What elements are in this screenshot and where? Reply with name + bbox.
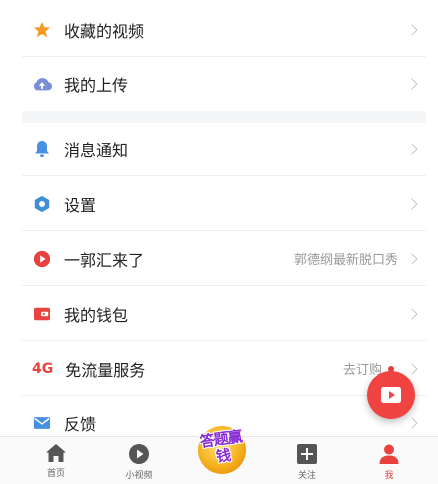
tab-home[interactable]: 首页 xyxy=(26,437,86,484)
home-icon xyxy=(46,444,66,462)
bell-icon xyxy=(32,139,52,159)
menu-label-favorites: 收藏的视频 xyxy=(64,21,145,41)
menu-item-yiguo[interactable]: 一郭汇来了 郭德纲最新脱口秀 xyxy=(22,232,426,286)
star-icon xyxy=(32,20,52,40)
mail-icon xyxy=(32,413,52,433)
menu-item-freedata[interactable]: 4G 免流量服务 去订购 xyxy=(22,342,426,396)
chevron-right-icon xyxy=(406,417,418,429)
menu-label-uploads: 我的上传 xyxy=(64,76,129,95)
plus-square-icon xyxy=(297,444,317,464)
person-icon xyxy=(379,444,399,464)
chevron-right-icon xyxy=(406,142,418,155)
chevron-right-icon xyxy=(406,362,418,375)
menu-label-settings: 设置 xyxy=(64,195,97,215)
video-play-icon xyxy=(381,387,401,403)
menu-label-wallet: 我的钱包 xyxy=(64,305,129,325)
me-page: 收藏的视频 我的上传 消息通知 设置 一郭汇来了 郭德纲最新脱口秀 我的钱包 4… xyxy=(0,0,438,484)
chevron-right-icon xyxy=(406,23,418,36)
tab-follow-label: 关注 xyxy=(297,471,316,481)
play-circle-tab-icon xyxy=(129,444,149,464)
menu-item-settings[interactable]: 设置 xyxy=(22,177,426,231)
tab-shortvideo-label: 小视频 xyxy=(125,471,153,481)
play-circle-icon xyxy=(32,249,52,269)
menu-label-freedata: 免流量服务 xyxy=(65,360,146,380)
menu-item-favorites[interactable]: 收藏的视频 xyxy=(22,3,426,57)
4g-badge: 4G xyxy=(32,360,54,377)
video-fab-button[interactable] xyxy=(367,371,415,419)
chevron-right-icon xyxy=(406,307,418,320)
menu-item-uploads[interactable]: 我的上传 xyxy=(22,57,426,111)
quiz-promo-button[interactable]: 答题赢钱 xyxy=(193,423,251,477)
chevron-right-icon xyxy=(406,252,418,265)
cloud-upload-icon xyxy=(32,74,52,94)
chevron-right-icon xyxy=(406,197,418,210)
menu-label-notifications: 消息通知 xyxy=(64,140,129,160)
tab-me[interactable]: 我 xyxy=(359,437,419,484)
tab-me-label: 我 xyxy=(384,471,394,481)
menu-item-wallet[interactable]: 我的钱包 xyxy=(22,287,426,341)
4g-icon: 4G xyxy=(32,359,53,379)
yiguo-subtitle: 郭德纲最新脱口秀 xyxy=(293,253,398,268)
menu-item-notifications[interactable]: 消息通知 xyxy=(22,122,426,176)
menu-label-yiguo: 一郭汇来了 xyxy=(64,250,145,270)
tab-shortvideo[interactable]: 小视频 xyxy=(109,437,169,484)
chevron-right-icon xyxy=(406,78,418,90)
tab-follow[interactable]: 关注 xyxy=(277,437,337,484)
hexagon-icon xyxy=(32,194,52,214)
wallet-icon xyxy=(32,304,52,324)
tab-home-label: 首页 xyxy=(46,469,65,479)
